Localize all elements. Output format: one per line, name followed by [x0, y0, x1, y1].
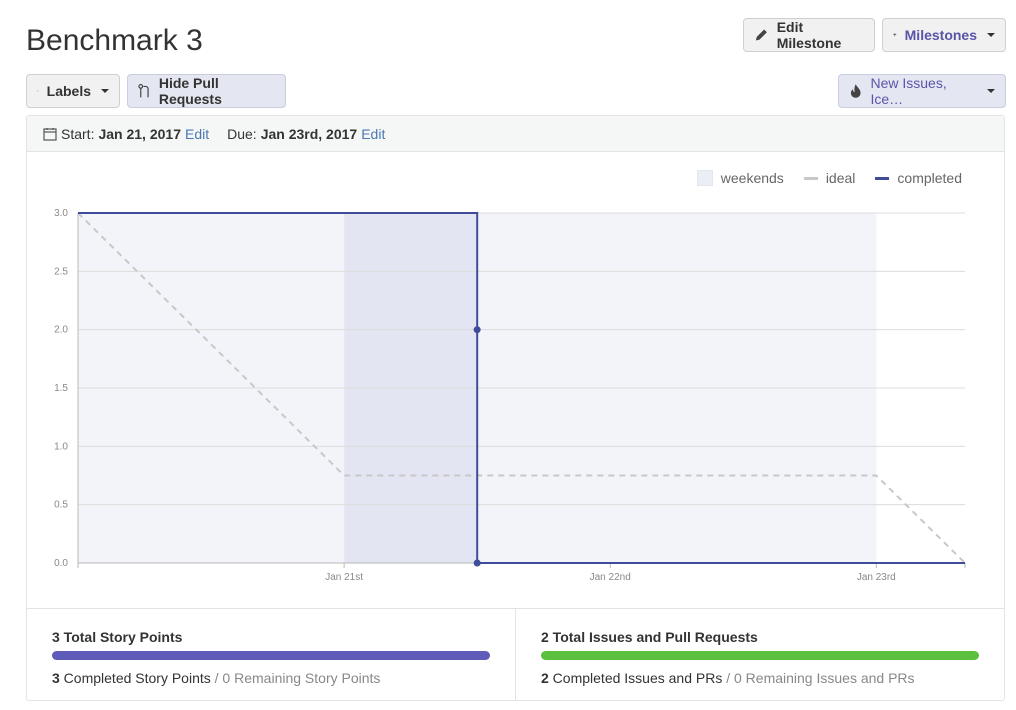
x-tick-label: Jan 23rd — [857, 572, 896, 583]
issues-completed-count: 2 — [541, 670, 549, 686]
burndown-chart: 0.0 0.5 1.0 1.5 2.0 2.5 3.0 Jan 21st Jan 22nd Jan… — [54, 208, 966, 583]
issues-summary: 2 Completed Issues and PRs / 0 Remaining… — [541, 670, 915, 686]
stats-area: 3 Total Story Points 3 Completed Story P… — [26, 608, 1005, 701]
issues-title: 2 Total Issues and Pull Requests — [541, 629, 758, 645]
story-points-completed-label: Completed Story Points — [59, 670, 211, 686]
completed-point — [473, 326, 481, 334]
y-tick-label: 3.0 — [54, 208, 68, 219]
story-points-completed-count: 3 — [52, 670, 60, 686]
story-points-remaining: / 0 Remaining Story Points — [210, 670, 381, 686]
issues-stat: 2 Total Issues and Pull Requests 2 Compl… — [515, 609, 1005, 701]
story-points-progress-bar — [52, 651, 490, 660]
x-tick-label: Jan 21st — [325, 572, 363, 583]
y-tick-label: 2.5 — [54, 266, 68, 277]
y-tick-label: 1.5 — [54, 383, 68, 394]
y-tick-label: 1.0 — [54, 441, 68, 452]
x-tick-label: Jan 22nd — [590, 572, 631, 583]
story-points-title: 3 Total Story Points — [52, 629, 183, 645]
story-points-stat: 3 Total Story Points 3 Completed Story P… — [26, 609, 516, 701]
issues-completed-label: Completed Issues and PRs — [548, 670, 723, 686]
y-tick-label: 2.0 — [54, 325, 68, 336]
issues-remaining: / 0 Remaining Issues and PRs — [722, 670, 915, 686]
y-tick-label: 0.0 — [54, 558, 68, 569]
y-tick-label: 0.5 — [54, 500, 68, 511]
issues-progress-bar — [541, 651, 979, 660]
story-points-summary: 3 Completed Story Points / 0 Remaining S… — [52, 670, 380, 686]
completed-point — [473, 559, 481, 567]
